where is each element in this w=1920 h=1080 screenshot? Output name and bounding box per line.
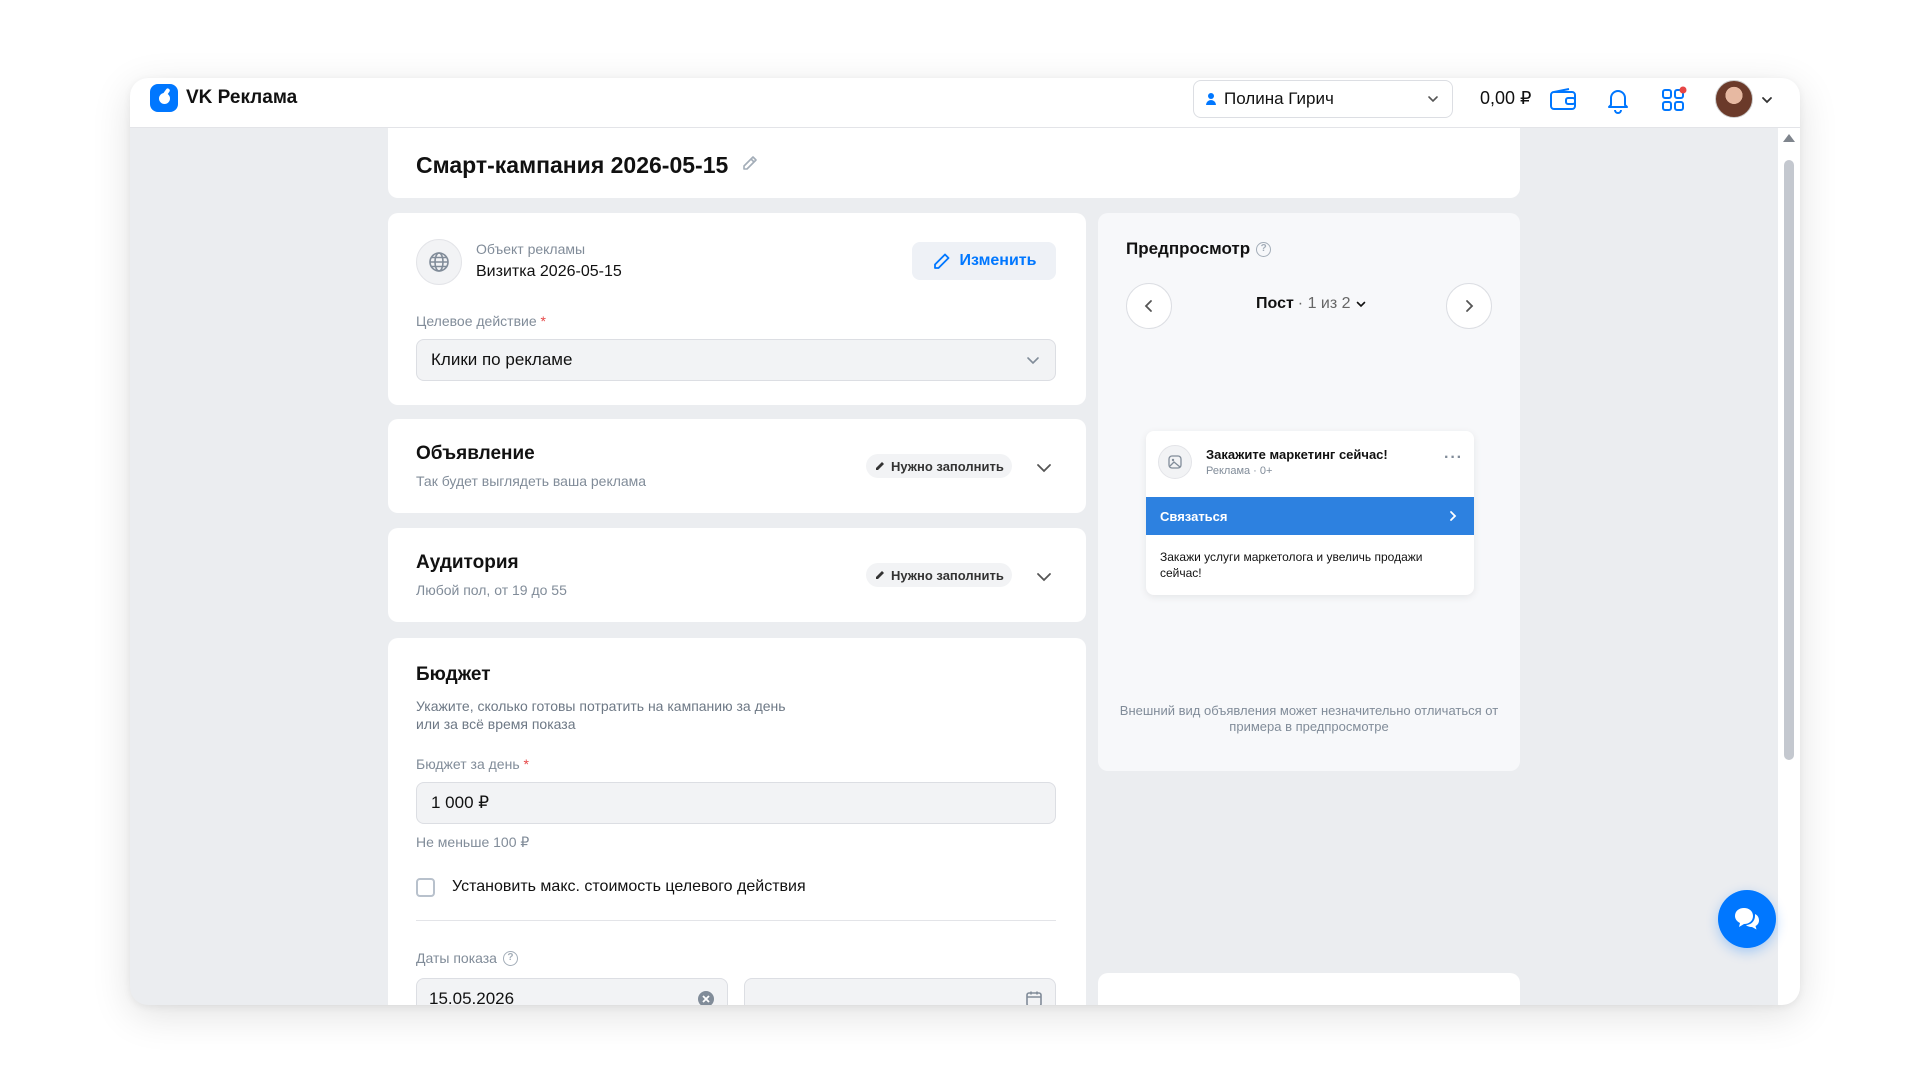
ad-object-card: Объект рекламы Визитка 2026-05-15 Измени… [388,213,1086,405]
start-date-value: 15.05.2026 [429,989,515,1005]
balance-amount: 0,00 ₽ [1480,88,1532,108]
ad-preview: Закажите маркетинг сейчас! Реклама · 0+ … [1146,431,1474,595]
chevron-down-icon [1356,301,1365,308]
daily-budget-label-text: Бюджет за день [416,756,520,772]
secondary-card [1098,973,1520,1005]
ad-section-subtitle: Так будет выглядеть ваша реклама [416,473,647,489]
ad-preview-title: Закажите маркетинг сейчас! [1206,447,1388,462]
chevron-left-icon [1144,300,1152,312]
chat-bubbles-icon [1735,908,1759,930]
apps-grid-icon[interactable] [1658,85,1688,115]
audience-section-card[interactable]: Аудитория Любой пол, от 19 до 55 Нужно з… [388,528,1086,622]
preview-format-switch[interactable]: Пост · 1 из 2 [1256,295,1367,313]
chevron-right-icon [1450,511,1457,521]
max-cost-checkbox[interactable] [416,878,435,897]
ad-preview-cta: Связаться [1146,497,1474,535]
target-action-label-text: Целевое действие [416,313,537,329]
calendar-icon[interactable] [1025,990,1043,1005]
scroll-up-arrow[interactable] [1783,134,1795,142]
avatar[interactable] [1715,80,1753,118]
daily-budget-hint: Не меньше 100 ₽ [416,834,530,850]
preview-title: Предпросмотр ? [1126,239,1272,259]
logo[interactable]: VK Реклама [150,84,297,112]
preview-position: · 1 из 2 [1297,295,1351,312]
app-window: VK Реклама Полина Гирич 0,00 ₽ Смарт-кам… [130,78,1800,1005]
person-icon [1206,93,1216,105]
help-icon[interactable]: ? [502,950,518,966]
wallet-icon[interactable] [1548,85,1578,115]
ad-preview-text: Закажи услуги маркетолога и увеличь прод… [1160,550,1423,580]
bell-icon[interactable] [1603,85,1633,115]
pencil-icon [876,462,884,470]
divider [416,920,1056,921]
pencil-icon [876,571,884,579]
budget-title: Бюджет [416,664,491,685]
logo-text: VK Реклама [186,87,298,108]
image-placeholder-icon [1158,445,1192,479]
required-mark: * [540,313,546,329]
end-date-input[interactable] [744,978,1056,1005]
ad-preview-meta: Реклама · 0+ [1206,465,1273,477]
clear-circle-icon[interactable] [697,990,715,1005]
scrollbar-thumb[interactable] [1784,160,1794,760]
ad-cta-label: Связаться [1160,508,1228,524]
preview-note: Внешний вид объявления может незначитель… [1119,703,1499,734]
preview-format: Пост [1256,295,1294,312]
chevron-down-icon[interactable] [1760,93,1774,107]
change-button[interactable]: Изменить [912,242,1056,280]
status-badge-label: Нужно заполнить [891,567,1004,583]
chevron-down-icon[interactable] [1035,568,1053,586]
dates-label: Даты показа ? [416,950,518,966]
top-header: VK Реклама Полина Гирич 0,00 ₽ [130,78,1800,128]
required-mark: * [523,756,529,772]
budget-card: Бюджет Укажите, сколько готовы потратить… [388,638,1086,1005]
globe-icon [416,239,462,285]
pencil-icon[interactable] [740,153,760,173]
daily-budget-value: 1 000 ₽ [431,793,490,812]
budget-description-line2: или за всё время показа [416,716,576,732]
change-button-label: Изменить [959,252,1037,269]
status-badge: Нужно заполнить [866,563,1012,587]
status-badge-label: Нужно заполнить [891,458,1004,474]
chevron-down-icon [1027,357,1039,365]
audience-section-subtitle: Любой пол, от 19 до 55 [416,582,567,598]
ad-section-title: Объявление [416,443,535,464]
target-action-label: Целевое действие * [416,313,546,329]
start-date-input[interactable]: 15.05.2026 [416,978,728,1005]
max-cost-label[interactable]: Установить макс. стоимость целевого дейс… [452,878,806,896]
chevron-down-icon [1428,96,1438,103]
ad-section-card[interactable]: Объявление Так будет выглядеть ваша рекл… [388,419,1086,513]
more-dots-icon: ··· [1444,449,1463,466]
next-preview-button[interactable] [1446,283,1492,329]
prev-preview-button[interactable] [1126,283,1172,329]
status-badge: Нужно заполнить [866,454,1012,478]
preview-card: Предпросмотр ? Пост · 1 из 2 Закажите ма… [1098,213,1520,771]
account-select[interactable]: Полина Гирич [1193,80,1453,118]
daily-budget-input[interactable]: 1 000 ₽ [416,782,1056,824]
target-action-select[interactable]: Клики по рекламе [416,339,1056,381]
campaign-title-card: Смарт-кампания 2026-05-15 [388,128,1520,198]
ad-object-label: Объект рекламы [476,241,586,257]
page-title: Смарт-кампания 2026-05-15 [416,152,729,178]
preview-title-text: Предпросмотр [1126,239,1251,258]
budget-description-line1: Укажите, сколько готовы потратить на кам… [416,698,786,714]
dates-label-text: Даты показа [416,950,497,966]
pencil-icon [933,253,949,269]
daily-budget-label: Бюджет за день * [416,756,529,772]
chevron-right-icon [1466,300,1474,312]
help-icon[interactable]: ? [1256,241,1272,257]
ad-object-value: Визитка 2026-05-15 [476,263,622,280]
chat-button[interactable] [1718,890,1776,948]
vk-ads-logo-icon [150,84,178,112]
audience-section-title: Аудитория [416,552,519,573]
target-action-value: Клики по рекламе [431,350,573,369]
chevron-down-icon[interactable] [1035,459,1053,477]
account-name: Полина Гирич [1224,89,1334,108]
